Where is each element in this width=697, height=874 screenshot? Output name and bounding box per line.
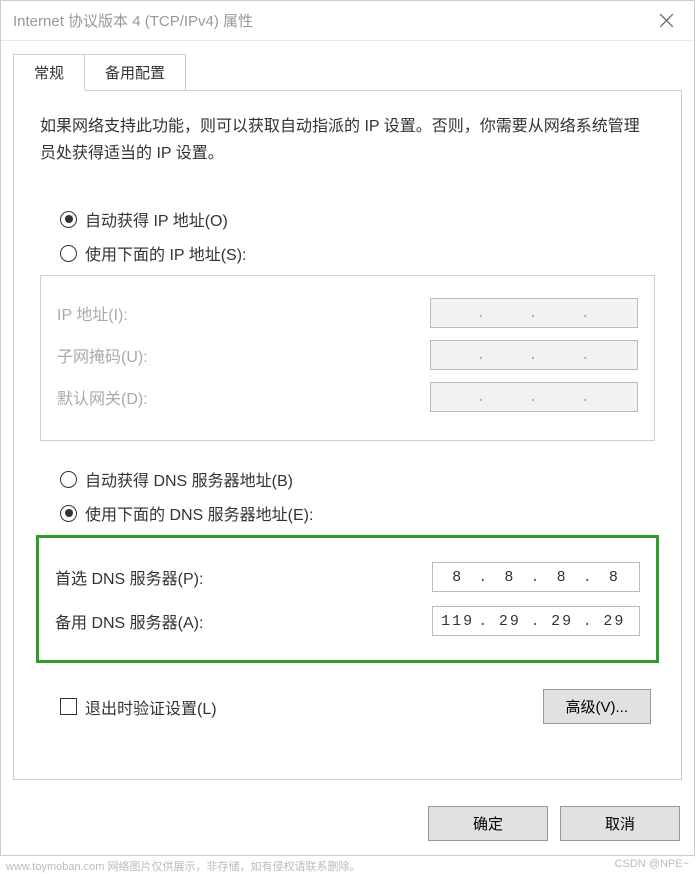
preferred-dns-input[interactable]: 8. 8. 8. 8 (432, 562, 640, 592)
close-button[interactable] (638, 1, 694, 40)
radio-manual-ip[interactable]: 使用下面的 IP 地址(S): (60, 241, 655, 265)
ip-segment: 8 (439, 569, 476, 586)
description-text: 如果网络支持此功能，则可以获取自动指派的 IP 设置。否则，你需要从网络系统管理… (40, 113, 655, 167)
tab-alternate[interactable]: 备用配置 (85, 54, 186, 91)
checkbox-icon (60, 698, 77, 715)
ip-address-row: IP 地址(I): ... (57, 298, 638, 328)
field-label: 首选 DNS 服务器(P): (55, 565, 203, 589)
preferred-dns-row: 首选 DNS 服务器(P): 8. 8. 8. 8 (55, 562, 640, 592)
alternate-dns-row: 备用 DNS 服务器(A): 119. 29. 29. 29 (55, 606, 640, 636)
ip-segment: 8 (596, 569, 633, 586)
tab-general[interactable]: 常规 (13, 54, 85, 91)
tab-panel-general: 如果网络支持此功能，则可以获取自动指派的 IP 设置。否则，你需要从网络系统管理… (13, 90, 682, 780)
ok-button[interactable]: 确定 (428, 806, 548, 841)
default-gateway-row: 默认网关(D): ... (57, 382, 638, 412)
field-label: 子网掩码(U): (57, 343, 148, 367)
subnet-mask-row: 子网掩码(U): ... (57, 340, 638, 370)
subnet-mask-input: ... (430, 340, 638, 370)
watermark: www.toymoban.com 网络图片仅供展示，非存储，如有侵权请联系删除。… (0, 856, 695, 874)
radio-label: 使用下面的 IP 地址(S): (85, 241, 247, 265)
validate-checkbox-group[interactable]: 退出时验证设置(L) (60, 695, 217, 719)
properties-dialog: Internet 协议版本 4 (TCP/IPv4) 属性 常规 备用配置 如果… (0, 0, 695, 856)
radio-auto-dns[interactable]: 自动获得 DNS 服务器地址(B) (60, 467, 655, 491)
window-title: Internet 协议版本 4 (TCP/IPv4) 属性 (13, 10, 253, 31)
alternate-dns-input[interactable]: 119. 29. 29. 29 (432, 606, 640, 636)
advanced-button[interactable]: 高级(V)... (543, 689, 652, 724)
cancel-button[interactable]: 取消 (560, 806, 680, 841)
close-icon (660, 14, 673, 27)
radio-icon (60, 245, 77, 262)
ip-segment: 8 (491, 569, 528, 586)
radio-auto-ip[interactable]: 自动获得 IP 地址(O) (60, 207, 655, 231)
ip-segment: 29 (544, 613, 581, 630)
ip-segment: 29 (491, 613, 528, 630)
field-label: 备用 DNS 服务器(A): (55, 609, 203, 633)
default-gateway-input: ... (430, 382, 638, 412)
ip-address-input: ... (430, 298, 638, 328)
watermark-left: www.toymoban.com 网络图片仅供展示，非存储，如有侵权请联系删除。 (6, 858, 360, 874)
ip-segment: 8 (544, 569, 581, 586)
radio-label: 自动获得 DNS 服务器地址(B) (85, 467, 293, 491)
ip-segment: 29 (596, 613, 633, 630)
watermark-right: CSDN @NPE~ (615, 858, 689, 874)
dialog-button-bar: 确定 取消 (1, 792, 694, 855)
ip-segment: 119 (439, 613, 476, 630)
ip-fieldset: IP 地址(I): ... 子网掩码(U): ... 默认网关(D): ... (40, 275, 655, 441)
radio-manual-dns[interactable]: 使用下面的 DNS 服务器地址(E): (60, 501, 655, 525)
bottom-options-row: 退出时验证设置(L) 高级(V)... (40, 689, 655, 724)
radio-icon (60, 211, 77, 228)
field-label: 默认网关(D): (57, 385, 148, 409)
content-area: 常规 备用配置 如果网络支持此功能，则可以获取自动指派的 IP 设置。否则，你需… (1, 41, 694, 792)
dns-highlight-box: 首选 DNS 服务器(P): 8. 8. 8. 8 备用 DNS 服务器(A):… (36, 535, 659, 663)
titlebar: Internet 协议版本 4 (TCP/IPv4) 属性 (1, 1, 694, 41)
checkbox-label: 退出时验证设置(L) (85, 695, 217, 719)
radio-icon (60, 471, 77, 488)
radio-icon (60, 505, 77, 522)
radio-label: 自动获得 IP 地址(O) (85, 207, 228, 231)
field-label: IP 地址(I): (57, 301, 128, 325)
tab-strip: 常规 备用配置 (13, 54, 682, 91)
radio-label: 使用下面的 DNS 服务器地址(E): (85, 501, 313, 525)
